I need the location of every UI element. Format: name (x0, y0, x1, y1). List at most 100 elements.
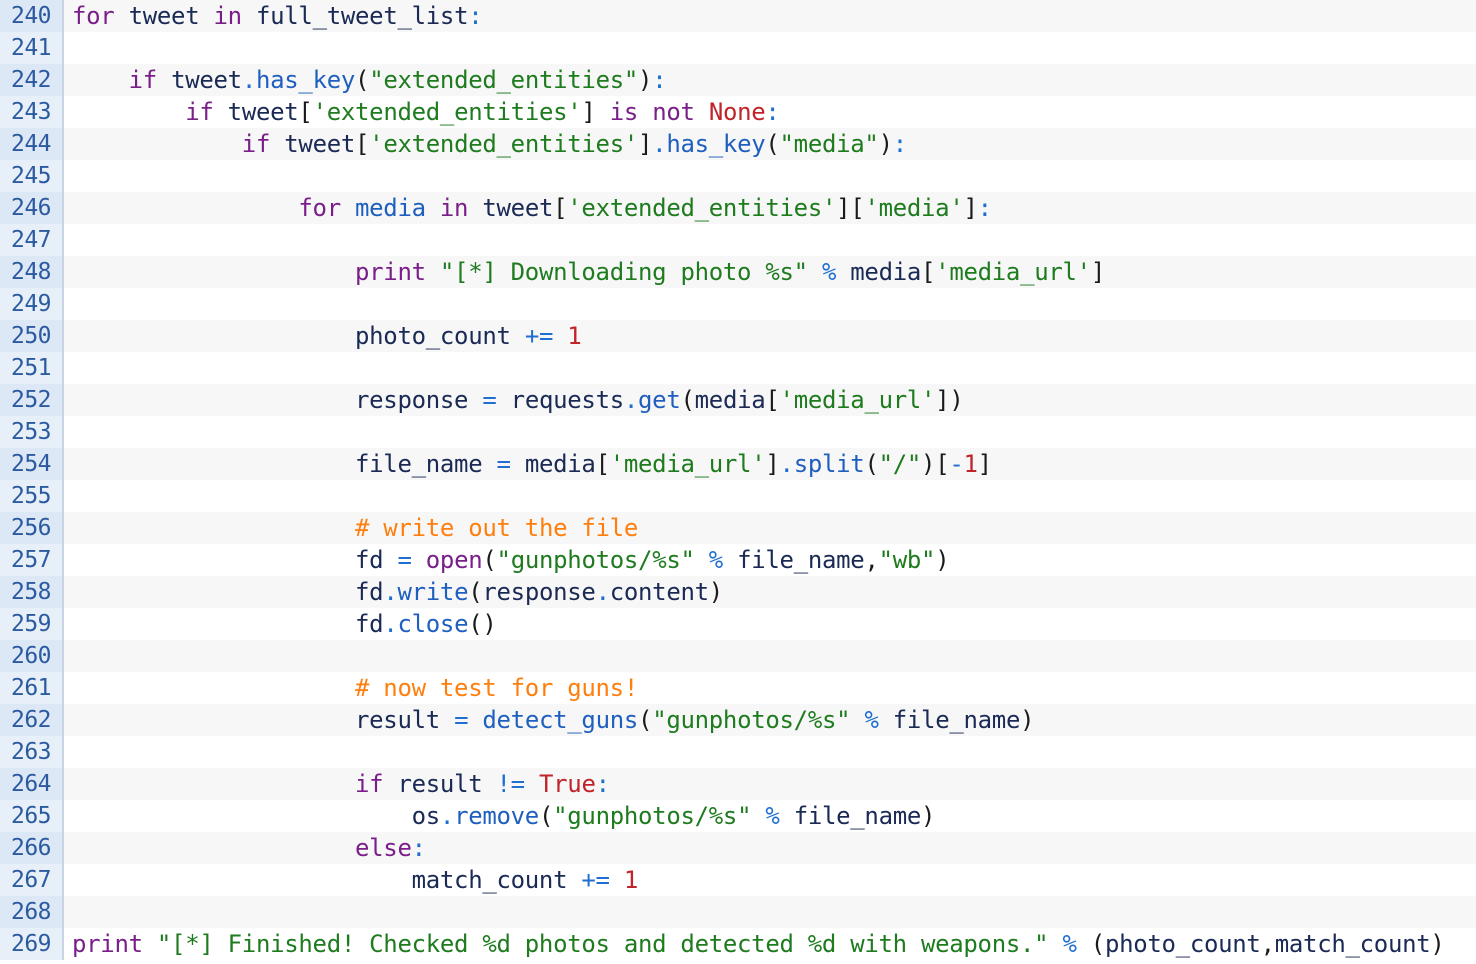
code-line[interactable]: 260 (0, 640, 1476, 672)
code-token: - (949, 450, 964, 478)
code-text: print "[*] Downloading photo %s" % media… (64, 256, 1105, 288)
code-text: if tweet['extended_entities'] is not Non… (64, 96, 779, 128)
code-line[interactable]: 249 (0, 288, 1476, 320)
code-token: get (638, 386, 681, 414)
code-token: += (524, 322, 554, 350)
code-token: = (482, 386, 497, 414)
code-token: "gunphotos/%s" (652, 706, 851, 734)
code-token: ] (765, 450, 780, 478)
code-line[interactable]: 264 if result != True: (0, 768, 1476, 800)
code-token: . (595, 578, 610, 606)
code-token: for (72, 2, 115, 30)
code-line[interactable]: 252 response = requests.get(media['media… (0, 384, 1476, 416)
code-line[interactable]: 241 (0, 32, 1476, 64)
code-token: tweet (171, 66, 242, 94)
code-token: 'media_url' (779, 386, 936, 414)
code-token: ( (1090, 930, 1105, 958)
code-token: "wb" (878, 546, 936, 574)
code-line[interactable]: 244 if tweet['extended_entities'].has_ke… (0, 128, 1476, 160)
code-token: response (482, 578, 596, 606)
code-line[interactable]: 240 for tweet in full_tweet_list: (0, 0, 1476, 32)
line-number: 253 (0, 416, 62, 448)
code-token: 'extended_entities' (312, 98, 582, 126)
code-line[interactable]: 268 (0, 896, 1476, 928)
code-token: photo_count (1104, 930, 1261, 958)
code-line[interactable]: 259 fd.close() (0, 608, 1476, 640)
code-token: tweet (128, 2, 200, 30)
code-token: in (213, 2, 243, 30)
code-line[interactable]: 267 match_count += 1 (0, 864, 1476, 896)
code-token: ) (708, 578, 723, 606)
code-token: "extended_entities" (369, 66, 639, 94)
code-line[interactable]: 250 photo_count += 1 (0, 320, 1476, 352)
code-token: tweet (227, 98, 299, 126)
code-text: match_count += 1 (64, 864, 638, 896)
code-line[interactable]: 263 (0, 736, 1476, 768)
code-line[interactable]: 269 print "[*] Finished! Checked %d photo… (0, 928, 1476, 960)
code-text: # now test for guns! (64, 672, 638, 704)
code-text: print "[*] Finished! Checked %d photos a… (64, 928, 1445, 960)
code-line[interactable]: 243 if tweet['extended_entities'] is not… (0, 96, 1476, 128)
code-token: split (793, 450, 865, 478)
code-line[interactable]: 242 if tweet.has_key("extended_entities"… (0, 64, 1476, 96)
code-line[interactable]: 247 (0, 224, 1476, 256)
code-token: [ (921, 258, 936, 286)
code-line[interactable]: 265 os.remove("gunphotos/%s" % file_name… (0, 800, 1476, 832)
code-token: : (977, 194, 992, 222)
code-line[interactable]: 262 result = detect_guns("gunphotos/%s" … (0, 704, 1476, 736)
code-token: ] (1090, 258, 1105, 286)
code-token: ( (638, 706, 653, 734)
code-line[interactable]: 251 (0, 352, 1476, 384)
code-line[interactable]: 266 else: (0, 832, 1476, 864)
code-line[interactable]: 255 (0, 480, 1476, 512)
code-token: ][ (836, 194, 865, 222)
line-number: 251 (0, 352, 62, 384)
code-line[interactable]: 253 (0, 416, 1476, 448)
code-line[interactable]: 248 print "[*] Downloading photo %s" % m… (0, 256, 1476, 288)
code-token: fd (355, 610, 384, 638)
code-token: ] (977, 450, 992, 478)
code-token: . (652, 130, 667, 158)
code-token: ( (355, 66, 370, 94)
code-text: if result != True: (64, 768, 610, 800)
code-editor[interactable]: 240 for tweet in full_tweet_list: 241 242 i… (0, 0, 1476, 964)
code-line[interactable]: 246 for media in tweet['extended_entitie… (0, 192, 1476, 224)
code-line[interactable]: 256 # write out the file (0, 512, 1476, 544)
code-token: print (355, 258, 426, 286)
code-line[interactable]: 258 fd.write(response.content) (0, 576, 1476, 608)
code-line[interactable]: 254 file_name = media['media_url'].split… (0, 448, 1476, 480)
code-token: . (779, 450, 794, 478)
code-text: # write out the file (64, 512, 638, 544)
code-line[interactable]: 245 (0, 160, 1476, 192)
code-token: os (411, 802, 441, 830)
code-token: [ (298, 98, 313, 126)
code-token: file_name (355, 450, 483, 478)
code-token: 'media_url' (609, 450, 766, 478)
code-line[interactable]: 261 # now test for guns! (0, 672, 1476, 704)
code-token: full_tweet_list (255, 2, 469, 30)
line-number: 240 (0, 0, 62, 32)
code-line[interactable]: 257 fd = open("gunphotos/%s" % file_name… (0, 544, 1476, 576)
code-token: for (298, 194, 341, 222)
